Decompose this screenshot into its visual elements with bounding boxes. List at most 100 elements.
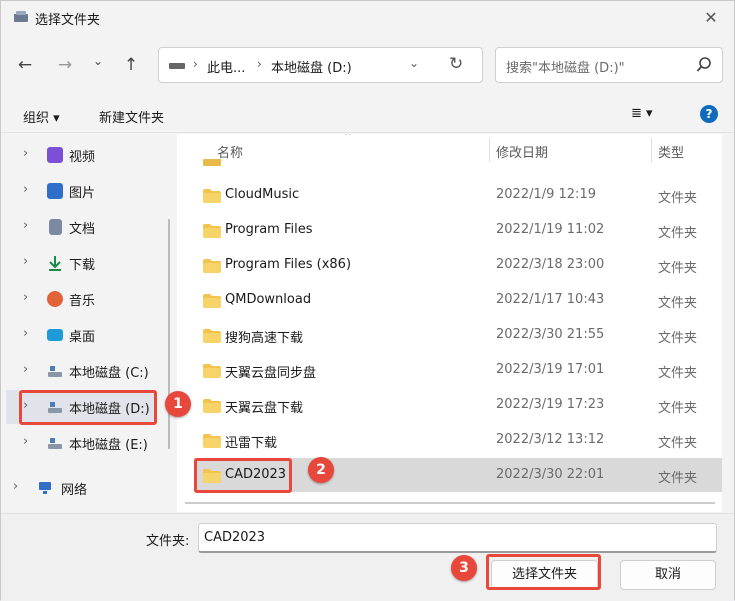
sidebar-item-label: 文档 (69, 222, 96, 237)
folder-row[interactable]: Program Files (x86) 2022/3/18 23:00 文件夹 (194, 248, 722, 282)
view-options-icon[interactable]: ≣ ▾ (631, 106, 653, 121)
search-box[interactable]: 搜索"本地磁盘 (D:)" (495, 47, 723, 83)
column-header: ⌃ 名称 修改日期 类型 (177, 134, 722, 164)
folder-picker-dialog: 选择文件夹 ✕ ← → ⌄ ↑ › 此电... › 本地磁盘 (D:) ⌄ ↻ … (0, 0, 735, 601)
expand-chevron-icon[interactable]: › (23, 362, 28, 377)
folder-date: 2022/1/19 11:02 (496, 222, 605, 237)
folder-type: 文件夹 (658, 331, 698, 346)
cancel-button[interactable]: 取消 (620, 560, 716, 590)
expand-chevron-icon[interactable]: › (23, 326, 28, 341)
pictures-icon (47, 183, 63, 199)
expand-chevron-icon[interactable]: › (23, 254, 28, 269)
folder-date: 2022/3/18 23:00 (496, 257, 605, 272)
folder-icon (203, 329, 221, 343)
breadcrumb-this-pc[interactable]: 此电... (207, 57, 245, 76)
folder-type: 文件夹 (658, 366, 698, 381)
folder-name: QMDownload (225, 292, 312, 307)
address-bar[interactable]: › 此电... › 本地磁盘 (D:) ⌄ ↻ (158, 47, 483, 83)
expand-chevron-icon[interactable]: › (23, 218, 28, 233)
folder-type: 文件夹 (658, 401, 698, 416)
folder-row[interactable]: 迅雷下载 2022/3/12 13:12 文件夹 (194, 423, 722, 457)
folder-name: 搜狗高速下载 (225, 331, 304, 346)
folder-name: Program Files (x86) (225, 257, 352, 272)
folder-row[interactable]: CloudMusic 2022/1/9 12:19 文件夹 (194, 178, 722, 212)
folder-date: 2022/3/30 22:01 (496, 467, 605, 482)
folder-row[interactable]: QMDownload 2022/1/17 10:43 文件夹 (194, 283, 722, 317)
folder-date: 2022/3/30 21:55 (496, 327, 605, 342)
sidebar-item-label: 桌面 (69, 330, 96, 345)
app-icon (14, 11, 28, 22)
folder-date: 2022/3/19 17:23 (496, 397, 605, 412)
close-icon[interactable]: ✕ (696, 3, 726, 33)
sidebar-item-label: 图片 (69, 186, 96, 201)
forward-arrow-icon[interactable]: → (53, 53, 77, 77)
window-title: 选择文件夹 (35, 13, 101, 28)
network-icon (39, 482, 51, 494)
video-icon (47, 147, 63, 163)
sidebar-item-pictures[interactable]: › 图片 (1, 174, 166, 208)
expand-chevron-icon[interactable]: › (23, 434, 28, 449)
column-header-date[interactable]: 修改日期 (496, 142, 548, 161)
folder-icon (203, 189, 221, 203)
sidebar-item-documents[interactable]: › 文档 (1, 210, 166, 244)
sidebar-item-drive-c[interactable]: › 本地磁盘 (C:) (1, 354, 166, 388)
download-icon (49, 256, 61, 271)
folder-type: 文件夹 (658, 261, 698, 276)
folder-name: 天翼云盘下载 (225, 401, 304, 416)
drive-icon (48, 438, 62, 449)
folder-name: Program Files (225, 222, 313, 237)
column-header-type[interactable]: 类型 (658, 142, 684, 161)
sidebar-item-music[interactable]: › 音乐 (1, 282, 166, 316)
folder-row[interactable]: Program Files 2022/1/19 11:02 文件夹 (194, 213, 722, 247)
search-placeholder: 搜索"本地磁盘 (D:)" (506, 61, 625, 76)
folder-type: 文件夹 (658, 226, 698, 241)
folder-icon (203, 259, 221, 273)
refresh-icon[interactable]: ↻ (449, 54, 463, 74)
step-badge-1: 1 (165, 391, 191, 417)
expand-chevron-icon[interactable]: › (23, 290, 28, 305)
sidebar-item-drive-e[interactable]: › 本地磁盘 (E:) (1, 426, 166, 460)
up-arrow-icon[interactable]: ↑ (119, 53, 143, 77)
sidebar-item-desktop[interactable]: › 桌面 (1, 318, 166, 352)
sidebar-item-network[interactable]: › 网络 (1, 471, 166, 505)
search-icon[interactable] (696, 56, 712, 74)
documents-icon (49, 219, 62, 235)
recent-locations-chevron-icon[interactable]: ⌄ (86, 49, 110, 73)
folder-row[interactable]: 天翼云盘下载 2022/3/19 17:23 文件夹 (194, 388, 722, 422)
title-bar: 选择文件夹 ✕ (1, 1, 734, 35)
folder-row[interactable]: 搜狗高速下载 2022/3/30 21:55 文件夹 (194, 318, 722, 352)
dialog-footer: 文件夹: CAD2023 选择文件夹 取消 (1, 513, 734, 601)
expand-chevron-icon[interactable]: › (13, 479, 18, 494)
sidebar-item-label: 音乐 (69, 294, 96, 309)
folder-type: 文件夹 (658, 436, 698, 451)
sidebar-item-videos[interactable]: › 视频 (1, 138, 166, 172)
folder-name: CloudMusic (225, 187, 300, 202)
new-folder-button[interactable]: 新建文件夹 (99, 107, 164, 126)
column-divider[interactable] (651, 138, 652, 162)
breadcrumb-drive-d[interactable]: 本地磁盘 (D:) (271, 57, 352, 76)
help-icon[interactable]: ? (700, 105, 718, 123)
folder-date: 2022/1/17 10:43 (496, 292, 605, 307)
sort-ascending-icon: ⌃ (343, 134, 353, 143)
sidebar-item-downloads[interactable]: › 下载 (1, 246, 166, 280)
back-arrow-icon[interactable]: ← (13, 53, 37, 77)
sidebar-item-label: 本地磁盘 (E:) (69, 438, 148, 453)
folder-name-input[interactable]: CAD2023 (198, 523, 717, 553)
organize-menu-button[interactable]: 组织 ▾ (23, 107, 60, 126)
folder-name: 天翼云盘同步盘 (225, 366, 317, 381)
folder-date: 2022/3/19 17:01 (496, 362, 605, 377)
step-badge-3: 3 (451, 555, 477, 581)
file-list-scrollbar[interactable] (185, 502, 715, 504)
folder-icon (203, 364, 221, 378)
folder-row[interactable]: 天翼云盘同步盘 2022/3/19 17:01 文件夹 (194, 353, 722, 387)
column-header-name[interactable]: 名称 (217, 142, 243, 161)
folder-type: 文件夹 (658, 296, 698, 311)
folder-icon (203, 434, 221, 448)
expand-chevron-icon[interactable]: › (23, 182, 28, 197)
folder-date: 2022/3/12 13:12 (496, 432, 605, 447)
address-history-chevron-icon[interactable]: ⌄ (409, 56, 419, 70)
column-divider[interactable] (489, 138, 490, 162)
file-list: ⌃ 名称 修改日期 类型 CloudMusic 2022/1/9 12:19 文… (177, 134, 722, 512)
expand-chevron-icon[interactable]: › (23, 146, 28, 161)
sidebar-item-label: 视频 (69, 150, 96, 165)
